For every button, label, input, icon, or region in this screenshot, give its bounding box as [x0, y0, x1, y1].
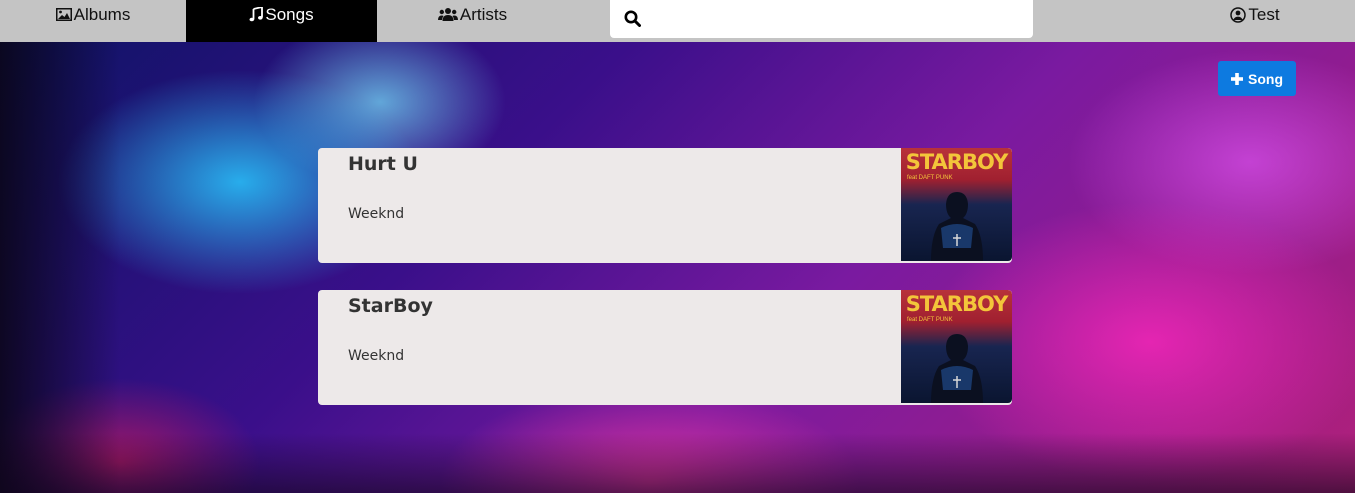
song-title: Hurt U	[348, 153, 418, 175]
user-circle-icon	[1230, 5, 1248, 28]
album-cover-subtitle: feat DAFT PUNK	[907, 175, 953, 181]
album-cover-figure	[931, 192, 983, 261]
background-crowd	[0, 433, 1355, 493]
add-song-label: Song	[1248, 70, 1283, 87]
nav-albums-label: Albums	[73, 5, 131, 24]
album-cover: STARBOY feat DAFT PUNK	[901, 290, 1012, 403]
search-input[interactable]	[650, 6, 1024, 34]
song-artist: Weeknd	[348, 206, 405, 222]
search-bar	[610, 0, 1033, 38]
nav-artists[interactable]: Artists	[377, 0, 568, 42]
song-card[interactable]: Hurt U Weeknd STARBOY feat DAFT PUNK	[318, 148, 1012, 263]
nav-artists-label: Artists	[459, 5, 508, 24]
song-artist: Weeknd	[348, 348, 405, 364]
background-shade	[0, 42, 120, 493]
nav-albums[interactable]: Albums	[0, 0, 186, 42]
album-cover-title: STARBOY	[905, 150, 1009, 174]
background-image	[0, 42, 1355, 493]
nav-songs-label: Songs	[265, 5, 314, 24]
add-song-button[interactable]: Song	[1218, 61, 1296, 96]
album-cover-title: STARBOY	[905, 292, 1009, 316]
album-cover: STARBOY feat DAFT PUNK	[901, 148, 1012, 261]
nav-user[interactable]: Test	[1190, 0, 1320, 42]
nav-songs[interactable]: Songs	[186, 0, 377, 42]
image-icon	[55, 5, 74, 27]
song-card[interactable]: StarBoy Weeknd STARBOY feat DAFT PUNK	[318, 290, 1012, 405]
music-icon	[249, 5, 265, 27]
album-cover-figure	[931, 334, 983, 403]
nav-user-label: Test	[1248, 5, 1280, 24]
search-icon[interactable]	[624, 10, 641, 32]
album-cover-subtitle: feat DAFT PUNK	[907, 317, 953, 323]
plus-icon	[1231, 72, 1243, 85]
top-navbar: Albums Songs Artists Test	[0, 0, 1355, 42]
song-title: StarBoy	[348, 295, 433, 317]
users-icon	[437, 5, 460, 27]
